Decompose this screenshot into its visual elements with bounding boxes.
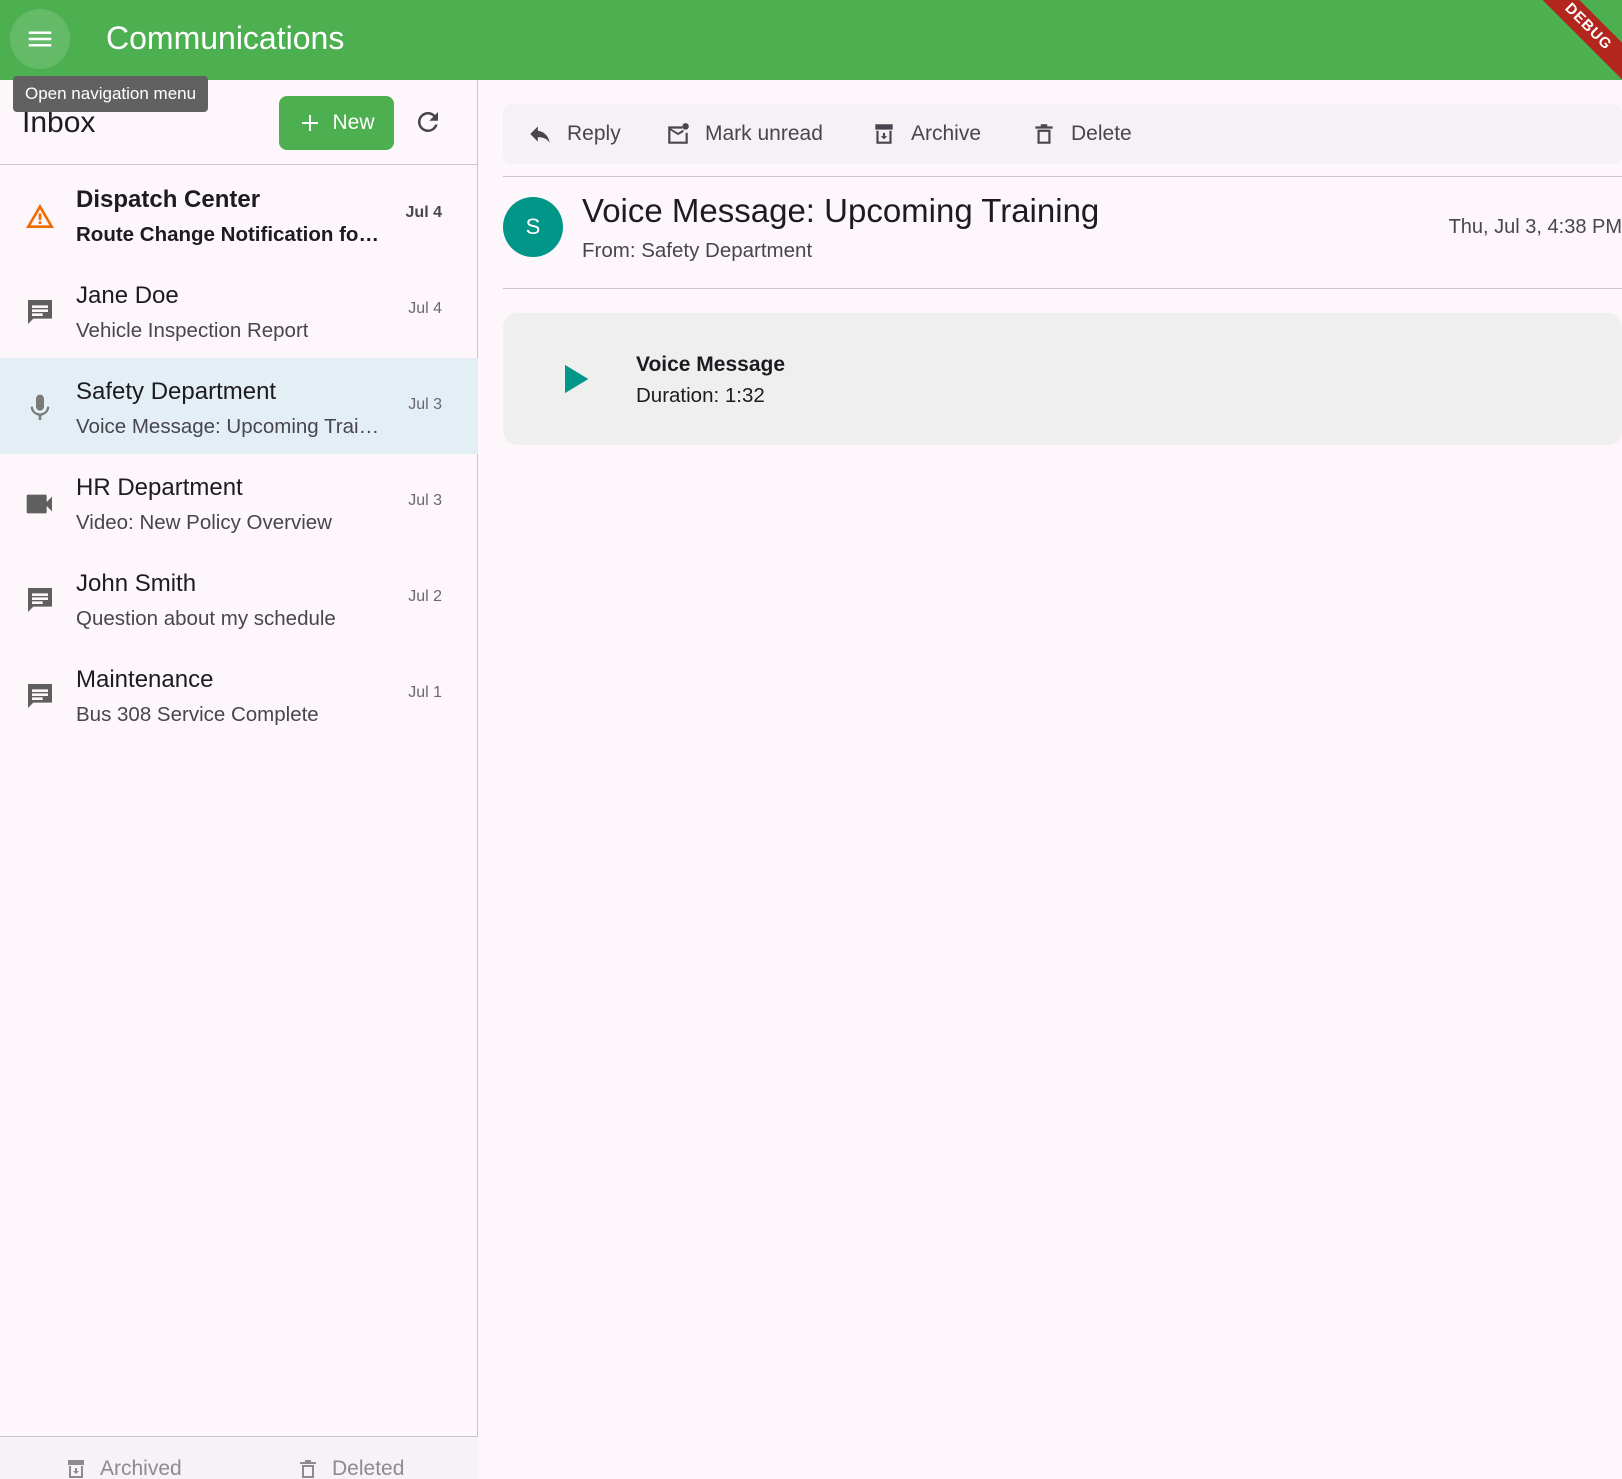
archive-button[interactable]: Archive	[871, 104, 981, 164]
warning-icon	[26, 204, 54, 228]
menu-tooltip: Open navigation menu	[13, 76, 209, 112]
message-detail-subject: Voice Message: Upcoming Training	[582, 192, 1100, 229]
refresh-icon	[417, 112, 438, 132]
delete-button[interactable]: Delete	[1031, 104, 1132, 164]
message-subject: Question about my schedule	[76, 607, 336, 630]
message-date: Jul 1	[408, 684, 442, 701]
play-button[interactable]	[551, 355, 599, 403]
voice-message-duration: Duration: 1:32	[636, 384, 765, 407]
inbox-header-divider	[0, 164, 478, 165]
message-item-maintenance[interactable]: Maintenance Bus 308 Service Complete Jul…	[0, 646, 478, 742]
message-icon	[28, 300, 52, 324]
message-item-jane-doe[interactable]: Jane Doe Vehicle Inspection Report Jul 4	[0, 262, 478, 358]
mark-unread-button[interactable]: Mark unread	[665, 104, 823, 164]
videocam-icon	[26, 494, 52, 514]
refresh-button[interactable]	[404, 98, 452, 146]
message-list: Dispatch Center Route Change Notificatio…	[0, 166, 478, 742]
message-date: Jul 3	[408, 492, 442, 509]
message-detail-date: Thu, Jul 3, 4:38 PM	[1448, 216, 1622, 238]
play-icon	[565, 364, 589, 394]
message-date: Jul 4	[405, 204, 442, 221]
message-item-dispatch-center[interactable]: Dispatch Center Route Change Notificatio…	[0, 166, 478, 262]
app-title: Communications	[106, 20, 345, 56]
archived-label: Archived	[100, 1457, 182, 1479]
trash-icon	[300, 1460, 316, 1478]
message-date: Jul 3	[408, 396, 442, 413]
sender-avatar: S	[503, 197, 563, 257]
inbox-footer: Archived Deleted	[0, 1436, 478, 1479]
message-sender: Jane Doe	[76, 282, 179, 309]
delete-label: Delete	[1071, 122, 1132, 145]
header-divider	[503, 288, 1622, 289]
message-subject: Bus 308 Service Complete	[76, 703, 319, 726]
archive-icon	[875, 124, 893, 144]
voice-message-title: Voice Message	[636, 353, 786, 376]
message-subject: Voice Message: Upcoming Training	[76, 415, 386, 438]
toolbar-divider	[503, 176, 1622, 177]
message-sender: Dispatch Center	[76, 186, 261, 213]
debug-banner: DEBUG	[1522, 0, 1622, 80]
message-item-safety-department[interactable]: Safety Department Voice Message: Upcomin…	[0, 358, 478, 454]
menu-icon	[28, 31, 52, 47]
plus-icon	[302, 115, 319, 131]
reply-button[interactable]: Reply	[527, 104, 621, 164]
new-message-button[interactable]: New	[279, 96, 394, 150]
reply-icon	[530, 126, 550, 143]
message-toolbar: Reply Mark unread Archive Delete	[503, 104, 1622, 164]
archive-icon	[68, 1460, 84, 1478]
new-button-label: New	[332, 111, 375, 134]
message-subject: Vehicle Inspection Report	[76, 319, 309, 342]
mark-unread-label: Mark unread	[705, 122, 823, 145]
message-icon	[28, 588, 52, 612]
message-date: Jul 4	[408, 300, 442, 317]
message-subject: Video: New Policy Overview	[76, 511, 332, 534]
message-icon	[28, 684, 52, 708]
deleted-button[interactable]: Deleted	[296, 1457, 404, 1479]
mic-icon	[30, 394, 50, 420]
message-subject: Route Change Notification for Route 42	[76, 223, 386, 246]
app-bar: Communications DEBUG	[0, 0, 1622, 80]
archived-button[interactable]: Archived	[64, 1457, 182, 1479]
message-detail-from: From: Safety Department	[582, 239, 813, 262]
message-sender: Maintenance	[76, 666, 214, 693]
message-sender: John Smith	[76, 570, 197, 597]
message-item-john-smith[interactable]: John Smith Question about my schedule Ju…	[0, 550, 478, 646]
menu-button[interactable]	[10, 9, 70, 69]
archive-label: Archive	[911, 122, 982, 145]
trash-icon	[1035, 124, 1053, 144]
inbox-pane: Inbox New Dispatch Center Route Change N…	[0, 80, 478, 1479]
message-sender: Safety Department	[76, 378, 277, 405]
mark-unread-icon	[668, 123, 689, 144]
message-date: Jul 2	[408, 588, 442, 605]
message-sender: HR Department	[76, 474, 243, 501]
reply-label: Reply	[567, 122, 621, 145]
voice-message-card: Voice Message Duration: 1:32	[503, 313, 1622, 445]
deleted-label: Deleted	[332, 1457, 405, 1479]
message-item-hr-department[interactable]: HR Department Video: New Policy Overview…	[0, 454, 478, 550]
